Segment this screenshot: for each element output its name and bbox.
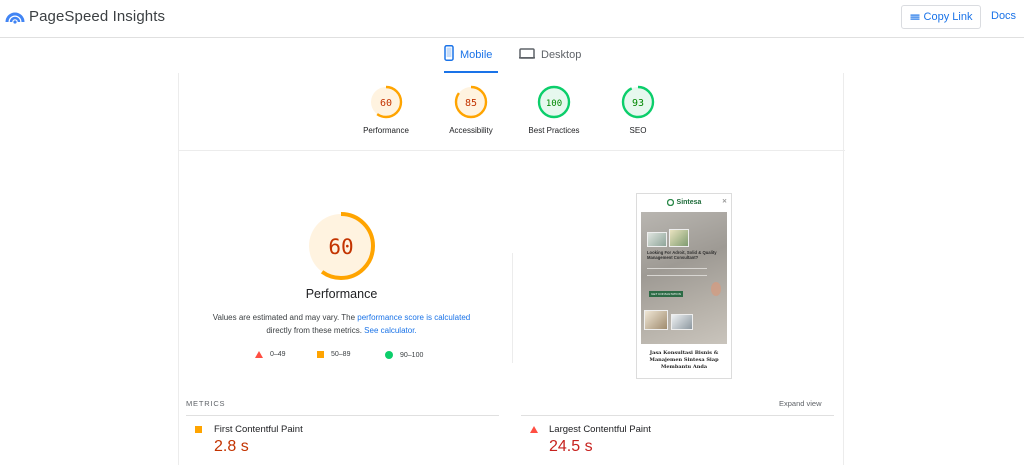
app-title: PageSpeed Insights [29,8,166,25]
screenshot-hero: Looking For Adroit, Solid & Quality Mana… [641,212,727,344]
score-value-accessibility: 85 [465,98,477,109]
score-label-accessibility: Accessibility [449,126,493,135]
score-label-seo: SEO [629,126,647,135]
legend-poor-range: 0–49 [270,351,286,358]
score-ring-best-practices: 100 [537,85,571,119]
tab-mobile[interactable]: Mobile [444,45,492,73]
screenshot-photo [647,232,667,247]
tab-mobile-label: Mobile [460,49,493,61]
performance-title: Performance [305,287,378,301]
metric-divider [521,415,834,416]
metric-name: Largest Contentful Paint [549,424,651,435]
gauge-accessibility[interactable]: 85 Accessibility [426,85,516,135]
legend-average-range: 50–89 [331,351,351,358]
performance-score-gauge: 60 [307,212,375,280]
metric-name: First Contentful Paint [214,424,303,435]
square-icon [317,351,324,358]
circle-icon [385,351,393,359]
copy-link-label: Copy Link [923,11,973,23]
report-panel: 60 Performance 85 Accessibility 100 Best… [178,73,845,465]
performance-score-calculated-link[interactable]: performance score is calculated [357,313,470,322]
screenshot-text-block [647,268,707,276]
score-label-best-practices: Best Practices [528,126,580,135]
mobile-phone-icon [444,45,454,61]
screenshot-photo [669,229,689,247]
score-gauges: 60 Performance 85 Accessibility 100 Best… [179,73,845,151]
expand-view-button[interactable]: Expand view [779,399,822,408]
top-header: PageSpeed Insights Copy Link Docs [0,0,1024,38]
screenshot-header: Sintesa ✕ [637,194,731,211]
section-divider [512,253,513,363]
screenshot-brand: Sintesa [676,199,702,206]
gauge-performance[interactable]: 60 Performance [341,85,431,135]
see-calculator-link[interactable]: See calculator. [364,326,416,335]
screenshot-footer-text: Jasa Konsultasi Bisnis & Manajemen Sinte… [649,350,719,370]
perf-desc-text-1: Values are estimated and may vary. The [212,313,358,322]
metric-value: 2.8 s [214,438,249,455]
score-ring-seo: 93 [621,85,655,119]
gauge-best-practices[interactable]: 100 Best Practices [509,85,599,135]
gauge-seo[interactable]: 93 SEO [593,85,683,135]
perf-desc-text-2: directly from these metrics. [266,326,365,335]
legend-poor: 0–49 [255,351,286,358]
docs-link[interactable]: Docs [991,10,1016,22]
final-screenshot[interactable]: Sintesa ✕ Looking For Adroit, Solid & Qu… [636,193,732,379]
screenshot-headline: Looking For Adroit, Solid & Quality Mana… [647,250,717,260]
screenshot-close-icon: ✕ [721,199,727,205]
score-label-performance: Performance [363,126,409,135]
screenshot-photo [644,310,668,330]
performance-score-value: 60 [328,235,353,259]
legend-good: 90–100 [385,351,423,359]
metric-value: 24.5 s [549,438,593,455]
legend-good-range: 90–100 [400,351,424,359]
tab-desktop-label: Desktop [541,49,582,61]
performance-description: Values are estimated and may vary. The p… [199,311,484,337]
triangle-icon [255,351,263,358]
sintesa-logo-icon [666,199,674,206]
copy-link-button[interactable]: Copy Link [901,5,981,29]
screenshot-photo [671,314,693,330]
metrics-section-label: METRICS [186,399,226,408]
score-value-seo: 93 [632,98,644,109]
score-value-performance: 60 [380,98,392,109]
triangle-icon [530,426,538,433]
tab-desktop[interactable]: Desktop [519,45,581,73]
score-value-best-practices: 100 [546,99,562,109]
score-ring-accessibility: 85 [454,85,488,119]
square-icon [195,426,202,433]
metric-divider [186,415,499,416]
desktop-monitor-icon [519,48,535,59]
legend-average: 50–89 [317,351,350,358]
pagespeed-logo-icon [5,12,25,24]
screenshot-decoration [711,282,721,296]
score-ring-performance: 60 [369,85,403,119]
link-icon [910,14,920,20]
screenshot-cta-button: GET CONSULTATION [649,291,683,297]
